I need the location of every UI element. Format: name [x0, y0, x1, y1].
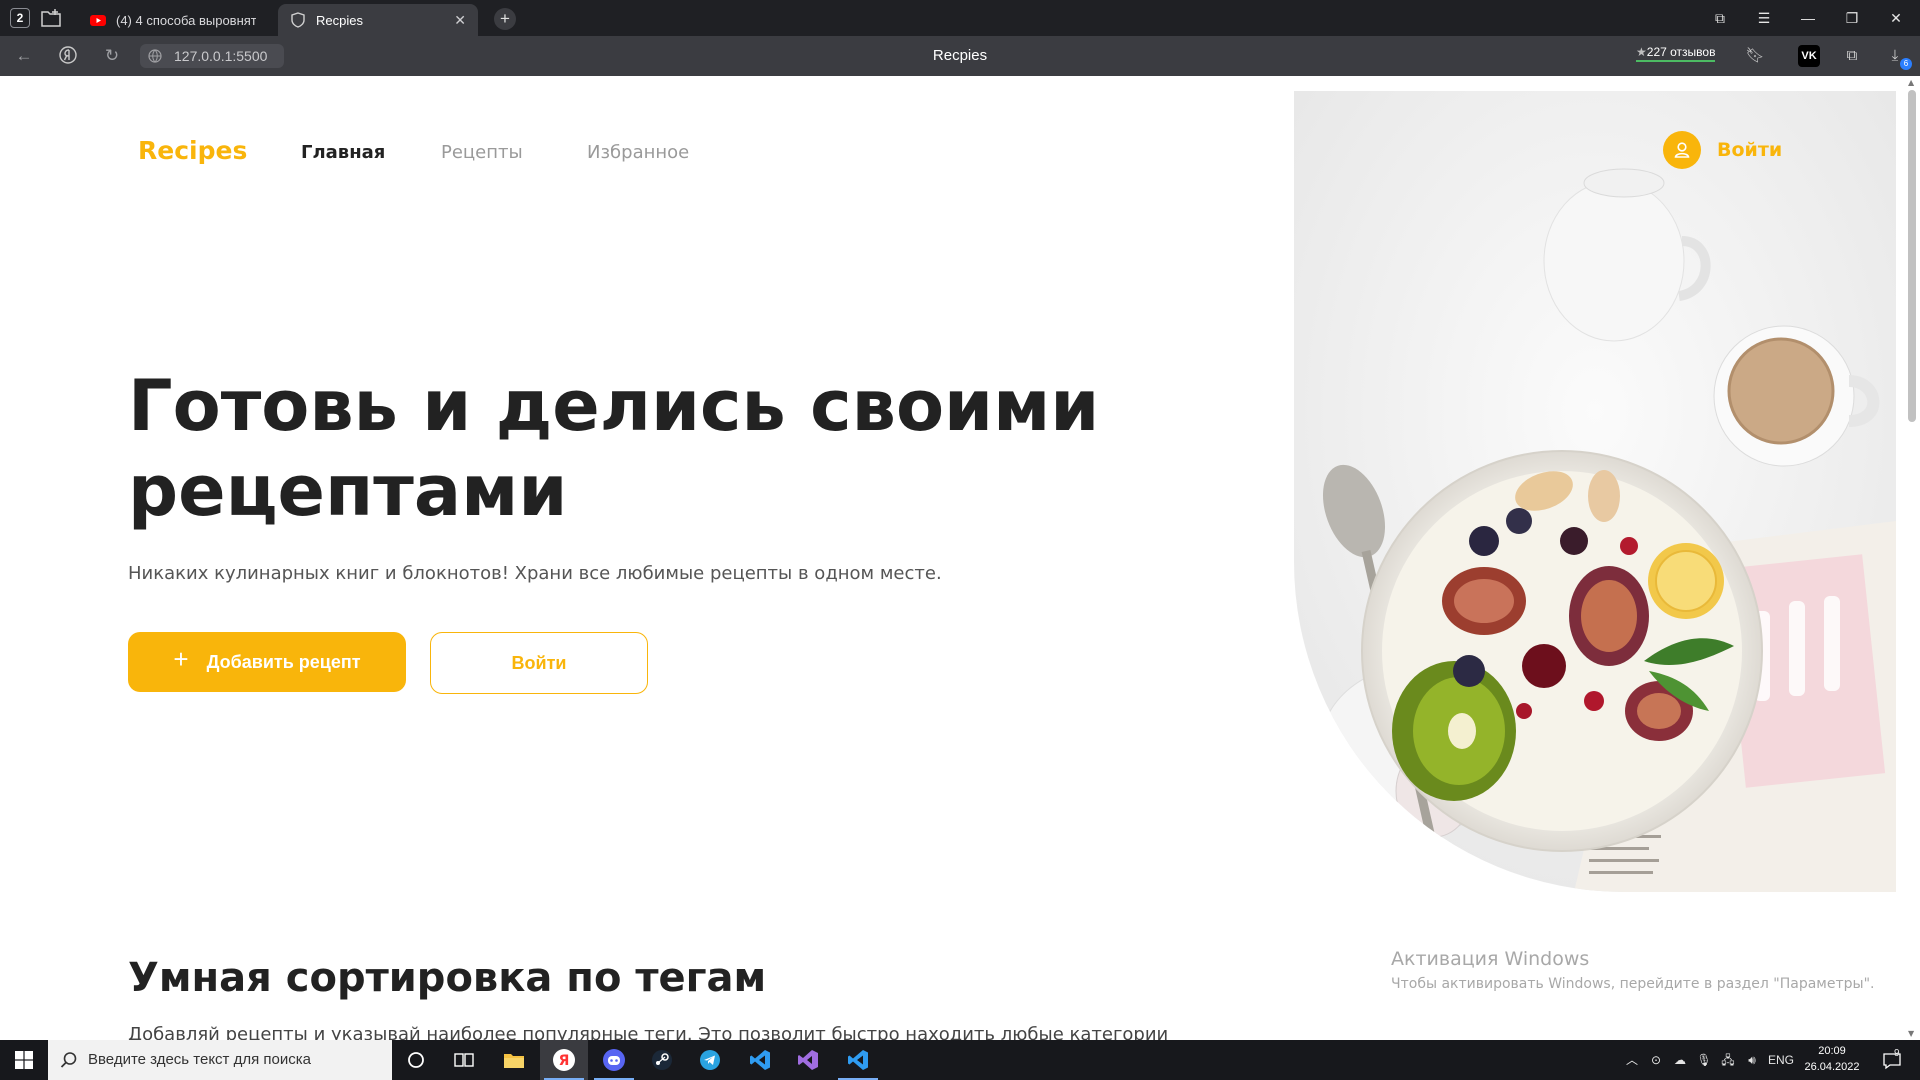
header-login-label: Войти: [1717, 139, 1783, 161]
plus-icon: +: [173, 644, 189, 674]
back-arrow-icon[interactable]: ←: [12, 45, 36, 67]
reload-icon[interactable]: ↻: [100, 45, 124, 67]
steam-icon[interactable]: [638, 1040, 686, 1080]
address-bar: Recpies ← ↻ 127.0.0.1:5500 ★227 отзывов …: [0, 36, 1920, 76]
scrollbar-thumb[interactable]: [1908, 90, 1916, 422]
notifications-icon[interactable]: 9: [1872, 1040, 1912, 1080]
taskbar-clock[interactable]: 20:09 26.04.2022: [1797, 1043, 1867, 1075]
tab-recpies[interactable]: Recpies ✕: [278, 4, 478, 36]
microphone-icon[interactable]: 🎙︎: [1692, 1040, 1716, 1080]
windows-activation-watermark: Активация Windows Чтобы активировать Win…: [1391, 948, 1874, 992]
visual-studio-icon[interactable]: [784, 1040, 832, 1080]
close-window-icon[interactable]: ✕: [1874, 0, 1918, 36]
tray-expand-icon[interactable]: ︿: [1620, 1040, 1644, 1080]
clock-time: 20:09: [1818, 1045, 1846, 1057]
notification-count: 9: [1894, 1048, 1900, 1059]
vscode-icon[interactable]: [736, 1040, 784, 1080]
add-recipe-button[interactable]: + Добавить рецепт: [128, 632, 406, 692]
scroll-up-icon[interactable]: ▲: [1908, 78, 1914, 87]
hero-login-button[interactable]: Войти: [430, 632, 648, 694]
add-recipe-label: Добавить рецепт: [206, 651, 361, 672]
globe-icon: [148, 49, 162, 63]
nav-recipes[interactable]: Рецепты: [441, 142, 523, 163]
page-title: Recpies: [932, 47, 988, 64]
taskbar-search-input[interactable]: Введите здесь текст для поиска: [48, 1040, 392, 1080]
onedrive-icon[interactable]: ☁: [1668, 1040, 1692, 1080]
tab-title: (4) 4 способа выровнять с: [116, 12, 256, 28]
taskbar-search-placeholder: Введите здесь текст для поиска: [88, 1051, 311, 1068]
discord-icon[interactable]: [590, 1040, 638, 1080]
downloads-badge: 6: [1900, 58, 1912, 70]
vscode-active-icon[interactable]: [834, 1040, 882, 1080]
windows-start-icon[interactable]: [0, 1040, 48, 1080]
scroll-down-icon[interactable]: ▼: [1908, 1029, 1914, 1038]
yandex-browser-taskbar-icon[interactable]: Я: [540, 1040, 588, 1080]
reviews-count: 227 отзывов: [1646, 45, 1716, 59]
file-explorer-icon[interactable]: [490, 1040, 538, 1080]
url-field[interactable]: 127.0.0.1:5500: [140, 44, 284, 68]
search-icon: [60, 1052, 77, 1068]
section-title: Умная сортировка по тегам: [128, 955, 767, 1001]
nav-home[interactable]: Главная: [301, 142, 385, 163]
reviews-link[interactable]: ★227 отзывов: [1636, 45, 1716, 62]
cortana-icon[interactable]: [392, 1040, 440, 1080]
bookmark-icon[interactable]: 🔖︎: [1745, 46, 1765, 66]
close-tab-icon[interactable]: ✕: [454, 12, 466, 29]
url-text: 127.0.0.1:5500: [174, 48, 268, 64]
collections-icon[interactable]: ⧉: [1842, 46, 1862, 66]
language-indicator[interactable]: ENG: [1764, 1040, 1798, 1080]
minimize-icon[interactable]: —: [1786, 0, 1830, 36]
watermark-text: Чтобы активировать Windows, перейдите в …: [1391, 976, 1875, 992]
shield-icon: [291, 12, 305, 28]
tray-app-icon[interactable]: ⊙: [1644, 1040, 1668, 1080]
hero-title: Готовь и делись своими рецептами: [128, 365, 1100, 532]
yandex-logo-icon[interactable]: [56, 45, 80, 67]
site-logo[interactable]: Recipes: [138, 136, 247, 165]
browser-tabstrip: 2 (4) 4 способа выровнять с Recpies ✕ + …: [0, 0, 1920, 36]
tab-group-icon[interactable]: [40, 8, 62, 28]
nav-favorites[interactable]: Избранное: [587, 142, 689, 163]
user-icon: [1663, 131, 1701, 169]
page-scrollbar[interactable]: ▲ ▼: [1904, 76, 1920, 1040]
task-view-icon[interactable]: [440, 1040, 488, 1080]
vk-icon[interactable]: VK: [1798, 45, 1820, 67]
volume-icon[interactable]: 🔊︎: [1740, 1040, 1764, 1080]
clock-date: 26.04.2022: [1804, 1061, 1860, 1073]
youtube-icon: [90, 15, 106, 26]
tab-count-badge[interactable]: 2: [10, 8, 30, 28]
network-icon[interactable]: 🖧: [1716, 1040, 1740, 1080]
bookmarks-panel-icon[interactable]: ⧉: [1698, 0, 1742, 36]
telegram-icon[interactable]: [686, 1040, 734, 1080]
hero-food-photo: [1294, 91, 1896, 892]
svg-text:Я: Я: [559, 1053, 570, 1069]
watermark-title: Активация Windows: [1391, 948, 1590, 970]
restore-icon[interactable]: ❐: [1830, 0, 1874, 36]
section-text: Добавляй рецепты и указывай наиболее поп…: [128, 1024, 1169, 1040]
windows-taskbar: Введите здесь текст для поиска Я ︿ ⊙ ☁ 🎙…: [0, 1040, 1920, 1080]
tab-youtube[interactable]: (4) 4 способа выровнять с: [78, 4, 268, 36]
hero-subtitle: Никаких кулинарных книг и блокнотов! Хра…: [128, 563, 942, 584]
page-viewport: Recipes Главная Рецепты Избранное Войти …: [0, 76, 1920, 1040]
star-icon: ★: [1636, 45, 1647, 59]
menu-icon[interactable]: ☰: [1742, 0, 1786, 36]
new-tab-button[interactable]: +: [494, 8, 516, 30]
tab-title: Recpies: [316, 12, 363, 28]
header-login-button[interactable]: Войти: [1663, 131, 1782, 169]
